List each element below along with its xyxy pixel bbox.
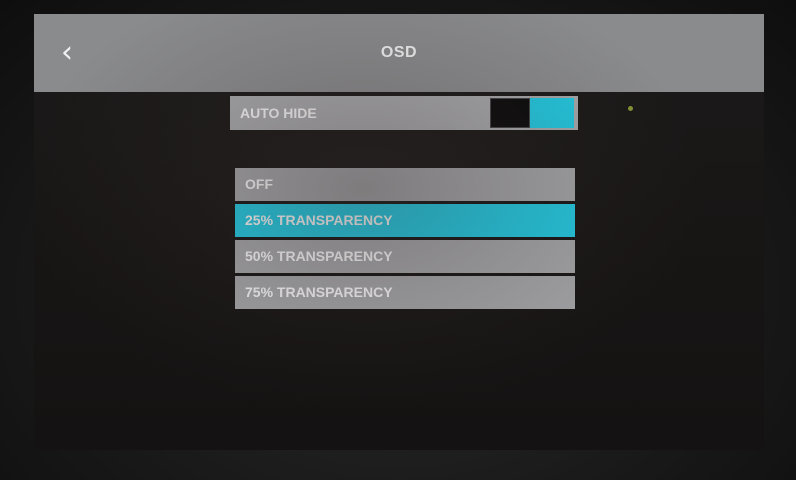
auto-hide-toggle[interactable] <box>490 98 574 128</box>
top-bar: ‹ OSD <box>34 14 764 92</box>
toggle-on-segment <box>530 98 574 128</box>
toggle-off-segment <box>490 98 530 128</box>
page-title: OSD <box>380 44 418 61</box>
option-75-transparency[interactable]: 75% TRANSPARENCY <box>235 276 575 309</box>
osd-screen: ‹ OSD AUTO HIDE OFF 25% TRANSPARENCY 50%… <box>34 14 764 450</box>
status-dot <box>628 106 633 111</box>
option-off[interactable]: OFF <box>235 168 575 201</box>
device-bezel: ‹ OSD AUTO HIDE OFF 25% TRANSPARENCY 50%… <box>0 0 796 480</box>
option-50-transparency[interactable]: 50% TRANSPARENCY <box>235 240 575 273</box>
auto-hide-label: AUTO HIDE <box>240 105 317 121</box>
transparency-option-list: OFF 25% TRANSPARENCY 50% TRANSPARENCY 75… <box>235 168 575 312</box>
option-25-transparency[interactable]: 25% TRANSPARENCY <box>235 204 575 237</box>
auto-hide-setting[interactable]: AUTO HIDE <box>230 96 578 130</box>
